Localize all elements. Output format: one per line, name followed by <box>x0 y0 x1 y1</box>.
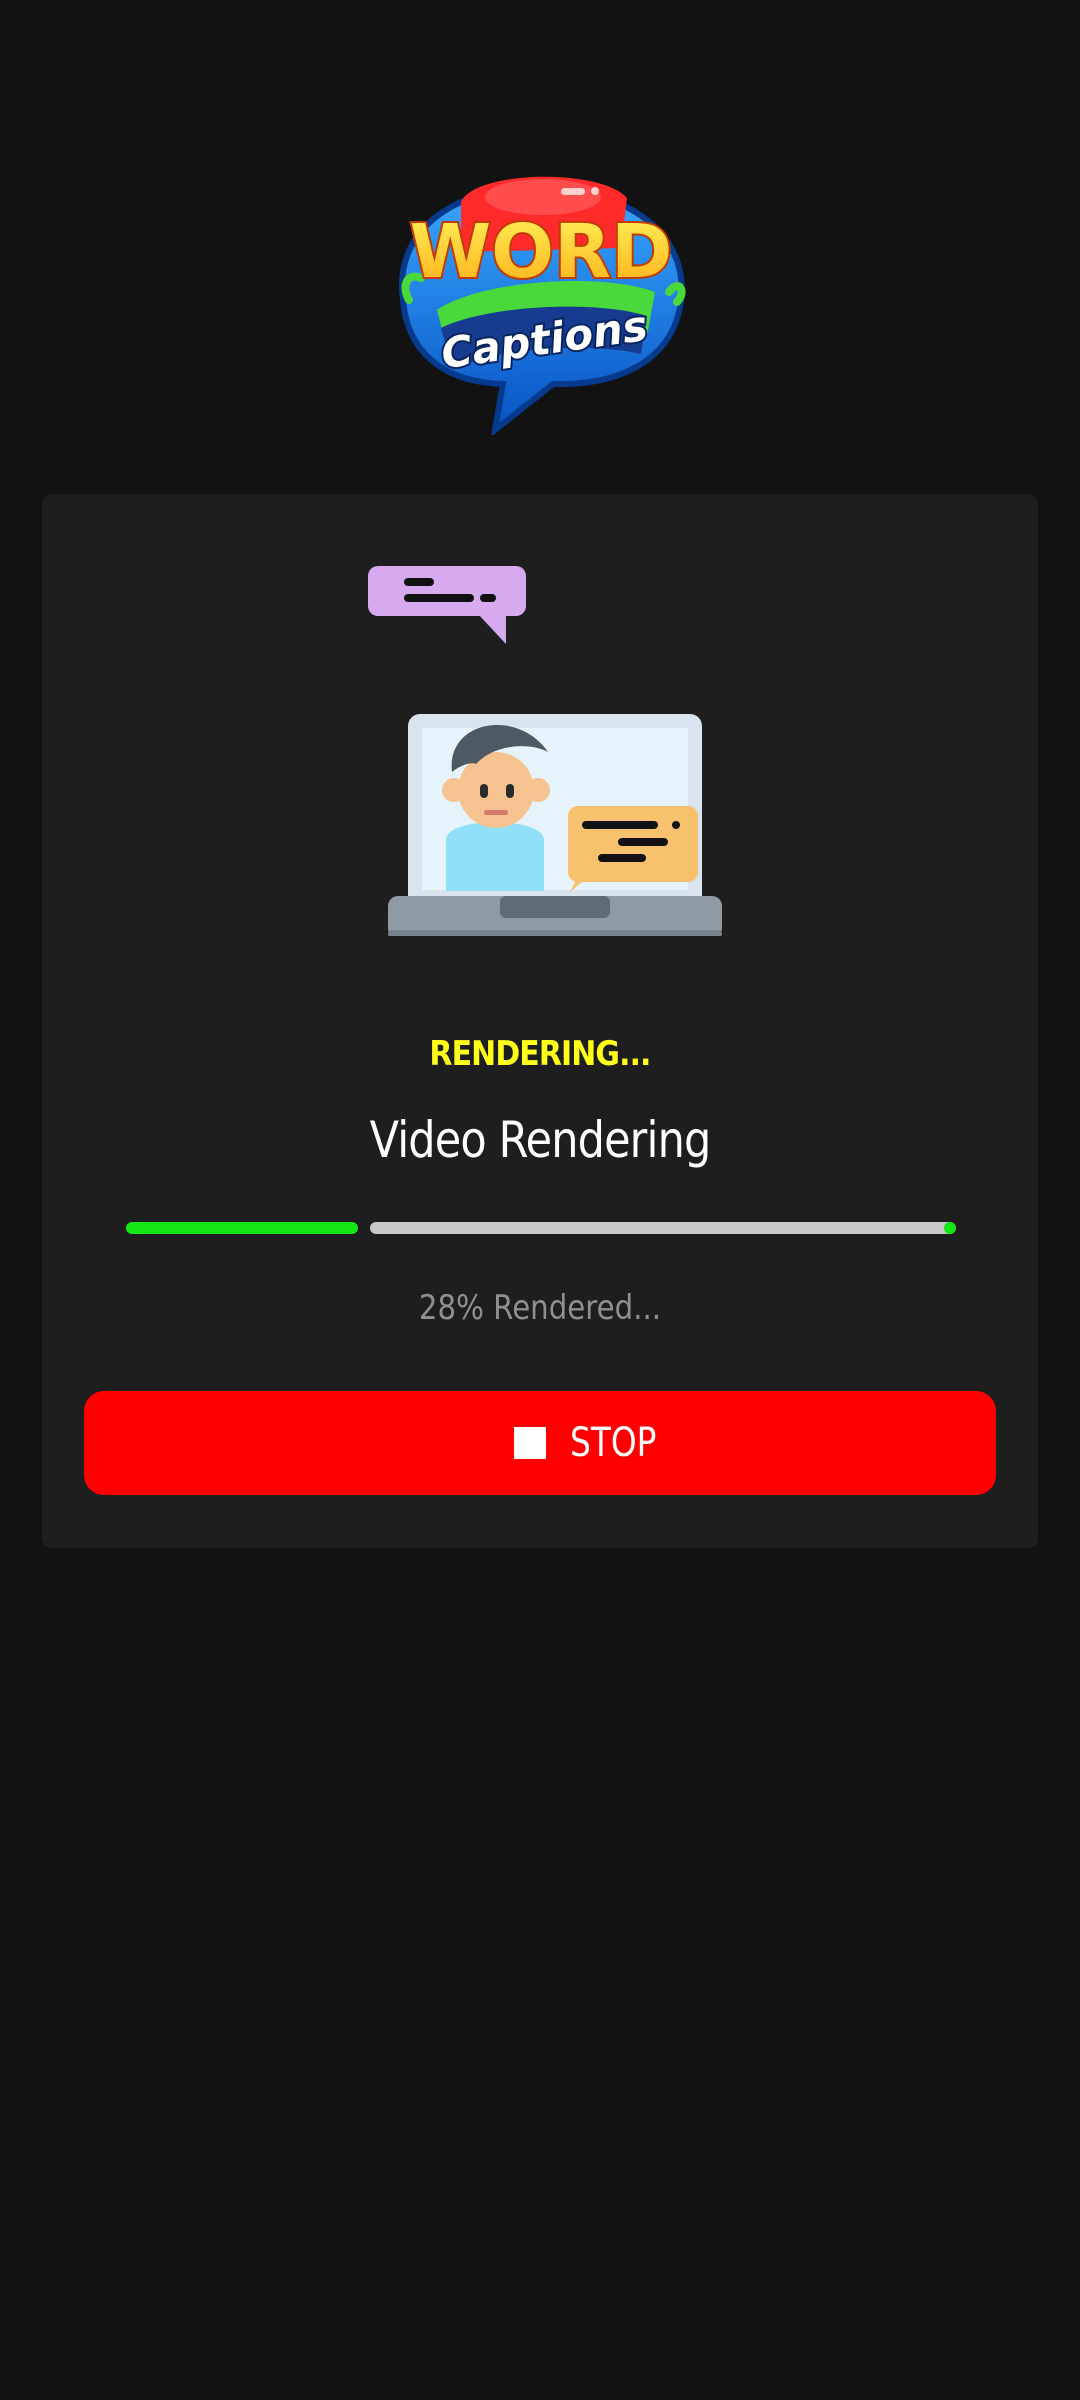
stop-button[interactable]: STOP <box>84 1391 996 1495</box>
progress-track <box>370 1222 956 1234</box>
video-call-laptop-illustration <box>368 566 722 936</box>
stop-icon <box>514 1427 546 1459</box>
logo-word-text: WORD <box>410 209 673 295</box>
stop-button-label: STOP <box>570 1420 657 1466</box>
rendering-card: RENDERING... Video Rendering 28% Rendere… <box>42 494 1038 1548</box>
word-captions-logo: WORD Captions <box>398 176 686 435</box>
rendering-status: RENDERING... <box>429 1034 651 1074</box>
rendering-screen: WORD Captions RENDERING... Video Renderi… <box>0 0 1080 2400</box>
render-progress-bar <box>126 1222 956 1234</box>
progress-end-marker <box>944 1222 956 1234</box>
page-title: Video Rendering <box>369 1111 712 1169</box>
progress-percentage-text: 28% Rendered... <box>418 1288 662 1328</box>
progress-fill <box>126 1222 358 1234</box>
